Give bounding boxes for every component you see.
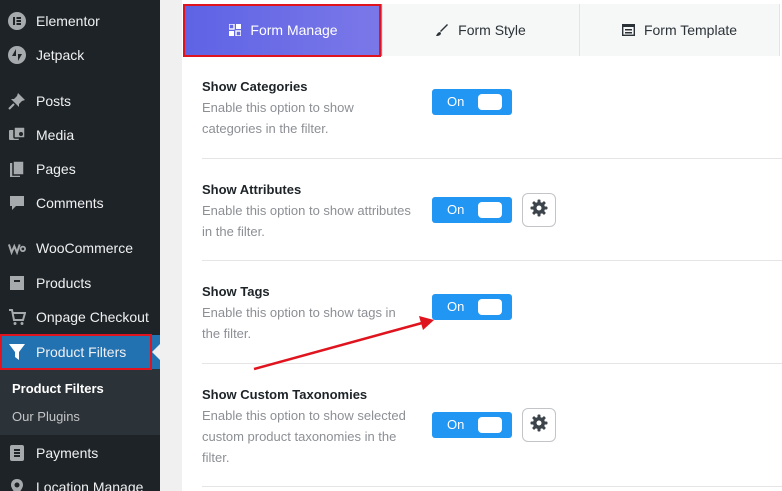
menu-item-elementor[interactable]: Elementor bbox=[0, 4, 160, 38]
settings-tabs: Form Manage Form Style Form Template bbox=[182, 0, 782, 56]
custom-taxonomies-settings-button[interactable] bbox=[522, 408, 556, 442]
tab-label: Form Style bbox=[458, 22, 526, 38]
cart-icon bbox=[8, 308, 26, 326]
grid-icon bbox=[229, 24, 242, 36]
menu-item-label: Pages bbox=[36, 161, 76, 177]
menu-item-label: Comments bbox=[36, 195, 104, 211]
brush-icon bbox=[436, 23, 449, 37]
setting-description: Enable this option to show attributes in… bbox=[202, 203, 411, 239]
funnel-icon bbox=[8, 343, 26, 361]
row-divider bbox=[202, 363, 782, 364]
menu-item-media[interactable]: Media bbox=[0, 118, 160, 152]
show-categories-toggle[interactable]: On bbox=[432, 89, 512, 115]
setting-description: Enable this option to show tags in the f… bbox=[202, 305, 396, 341]
menu-item-label: Elementor bbox=[36, 13, 100, 29]
comment-icon bbox=[8, 194, 26, 212]
menu-item-label: Payments bbox=[36, 445, 99, 461]
tab-form-template[interactable]: Form Template bbox=[580, 4, 780, 56]
setting-title: Show Attributes bbox=[202, 182, 302, 197]
row-divider bbox=[202, 486, 782, 487]
admin-sidebar: Elementor Jetpack Posts Media Pages Comm… bbox=[0, 0, 160, 491]
setting-description: Enable this option to show selected cust… bbox=[202, 408, 406, 465]
tab-label: Form Template bbox=[643, 22, 738, 38]
location-icon bbox=[8, 478, 26, 491]
menu-item-label: Onpage Checkout bbox=[36, 309, 149, 325]
gear-icon bbox=[530, 414, 548, 437]
elementor-icon bbox=[8, 12, 26, 30]
template-icon bbox=[621, 24, 635, 36]
menu-item-label: Jetpack bbox=[36, 47, 85, 63]
setting-description: Enable this option to show categories in… bbox=[202, 100, 354, 136]
menu-item-label: Product Filters bbox=[36, 344, 127, 360]
tab-label: Form Manage bbox=[250, 22, 338, 38]
row-divider bbox=[202, 260, 782, 261]
setting-title: Show Categories bbox=[202, 79, 308, 94]
menu-item-label: Products bbox=[36, 275, 92, 291]
menu-item-jetpack[interactable]: Jetpack bbox=[0, 38, 160, 72]
menu-item-woocommerce[interactable]: WooCommerce bbox=[0, 231, 160, 265]
menu-item-label: WooCommerce bbox=[36, 240, 133, 256]
toggle-state-label: On bbox=[447, 417, 465, 432]
menu-item-payments[interactable]: Payments bbox=[0, 436, 160, 470]
woocommerce-icon bbox=[8, 239, 26, 257]
menu-item-onpage-checkout[interactable]: Onpage Checkout bbox=[0, 300, 160, 334]
menu-item-label: Media bbox=[36, 127, 75, 143]
tab-form-manage[interactable]: Form Manage bbox=[185, 4, 383, 56]
menu-item-pages[interactable]: Pages bbox=[0, 152, 160, 186]
toggle-knob bbox=[478, 299, 502, 315]
product-filters-submenu: Product Filters Our Plugins bbox=[0, 369, 160, 435]
toggle-state-label: On bbox=[447, 299, 465, 314]
submenu-item-our-plugins[interactable]: Our Plugins bbox=[12, 409, 80, 424]
menu-item-label: Location Manage bbox=[36, 479, 144, 491]
pushpin-icon bbox=[8, 92, 26, 110]
menu-item-label: Posts bbox=[36, 93, 72, 109]
menu-item-location-manage[interactable]: Location Manage bbox=[0, 470, 160, 491]
show-attributes-toggle[interactable]: On bbox=[432, 197, 512, 223]
active-menu-arrow bbox=[152, 344, 160, 360]
row-divider bbox=[202, 158, 782, 159]
menu-item-comments[interactable]: Comments bbox=[0, 186, 160, 220]
products-icon bbox=[8, 274, 26, 292]
pages-icon bbox=[8, 160, 26, 178]
setting-title: Show Custom Taxonomies bbox=[202, 387, 368, 402]
attributes-settings-button[interactable] bbox=[522, 193, 556, 227]
show-custom-taxonomies-toggle[interactable]: On bbox=[432, 412, 512, 438]
menu-item-product-filters[interactable]: Product Filters bbox=[0, 335, 160, 369]
show-tags-toggle[interactable]: On bbox=[432, 294, 512, 320]
submenu-item-product-filters[interactable]: Product Filters bbox=[12, 381, 104, 396]
toggle-state-label: On bbox=[447, 202, 465, 217]
toggle-knob bbox=[478, 417, 502, 433]
jetpack-icon bbox=[8, 46, 26, 64]
toggle-knob bbox=[478, 94, 502, 110]
menu-item-products[interactable]: Products bbox=[0, 266, 160, 300]
setting-title: Show Tags bbox=[202, 284, 270, 299]
tab-form-style[interactable]: Form Style bbox=[383, 4, 580, 56]
media-icon bbox=[8, 126, 26, 144]
gear-icon bbox=[530, 199, 548, 222]
toggle-state-label: On bbox=[447, 94, 465, 109]
toggle-knob bbox=[478, 202, 502, 218]
menu-item-posts[interactable]: Posts bbox=[0, 84, 160, 118]
payments-icon bbox=[8, 444, 26, 462]
